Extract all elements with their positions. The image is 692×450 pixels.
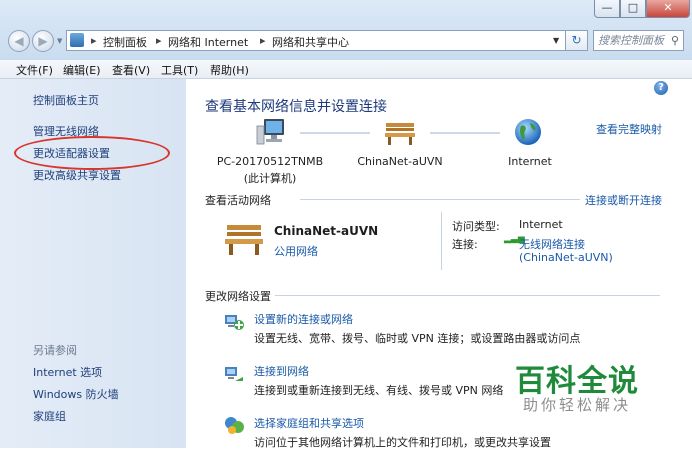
internet-options-link[interactable]: Internet 选项 [33, 364, 102, 380]
node-computer-sub: (此计算机) [243, 172, 297, 185]
setup-new-connection-link[interactable]: 设置新的连接或网络 [254, 311, 353, 327]
bench-icon [224, 222, 264, 256]
address-dropdown-icon[interactable]: ▼ [553, 36, 559, 45]
node-network-name: ChinaNet-aUVN [357, 155, 443, 168]
control-panel-home-link[interactable]: 控制面板主页 [33, 92, 99, 108]
vertical-divider [441, 212, 442, 270]
connection-line [300, 132, 370, 134]
help-icon[interactable]: ? [654, 81, 668, 95]
menu-edit[interactable]: 编辑(E) [63, 62, 101, 78]
back-button[interactable]: ◀ [8, 30, 30, 52]
computer-icon [256, 118, 288, 148]
address-bar[interactable]: ▸ 控制面板 ▸ 网络和 Internet ▸ 网络和共享中心 ▼ [66, 30, 566, 51]
menu-view[interactable]: 查看(V) [112, 62, 150, 78]
homegroup-icon [223, 414, 245, 436]
menu-file[interactable]: 文件(F) [16, 62, 53, 78]
node-computer-name: PC-20170512TNMB [216, 155, 324, 168]
access-type-label: 访问类型: [452, 220, 500, 233]
connect-disconnect-link[interactable]: 连接或断开连接 [585, 192, 662, 208]
refresh-icon: ↻ [571, 33, 582, 47]
control-panel-icon [70, 33, 84, 47]
breadcrumb-separator-icon: ▸ [156, 34, 162, 47]
new-connection-icon [223, 310, 245, 332]
change-settings-heading: 更改网络设置 [205, 290, 271, 303]
see-also-heading: 另请参阅 [33, 344, 77, 357]
page-title: 查看基本网络信息并设置连接 [205, 99, 387, 115]
section-divider [300, 199, 580, 200]
access-type-value: Internet [519, 218, 563, 231]
connections-label: 连接: [452, 238, 478, 251]
active-networks-heading: 查看活动网络 [205, 194, 271, 207]
breadcrumb-separator-icon: ▸ [91, 34, 97, 47]
forward-button[interactable]: ▶ [32, 30, 54, 52]
search-icon: ⚲ [670, 34, 679, 47]
breadcrumb-control-panel[interactable]: 控制面板 [103, 34, 147, 50]
globe-icon[interactable] [514, 118, 542, 146]
search-input[interactable]: 搜索控制面板 ⚲ [593, 30, 684, 51]
breadcrumb-network-internet[interactable]: 网络和 Internet [168, 34, 248, 50]
maximize-button[interactable]: □ [620, 0, 646, 18]
connect-to-network-link[interactable]: 连接到网络 [254, 363, 309, 379]
menu-tools[interactable]: 工具(T) [161, 62, 198, 78]
search-placeholder: 搜索控制面板 [598, 34, 664, 47]
breadcrumb-network-sharing-center[interactable]: 网络和共享中心 [272, 34, 349, 50]
connect-to-network-icon [223, 363, 245, 385]
wireless-connection-ssid-link[interactable]: (ChinaNet-aUVN) [519, 251, 613, 264]
wireless-connection-link[interactable]: 无线网络连接 [519, 236, 585, 252]
bench-icon[interactable] [384, 120, 416, 146]
active-network-name: ChinaNet-aUVN [274, 224, 379, 238]
windows-firewall-link[interactable]: Windows 防火墙 [33, 386, 119, 402]
connect-to-network-desc: 连接到或重新连接到无线、有线、拨号或 VPN 网络 [254, 384, 504, 397]
highlight-ellipse [14, 136, 170, 170]
minimize-button[interactable]: — [594, 0, 620, 18]
section-divider [275, 295, 660, 296]
view-full-map-link[interactable]: 查看完整映射 [596, 121, 662, 137]
homegroup-sharing-link[interactable]: 选择家庭组和共享选项 [254, 415, 364, 431]
homegroup-link[interactable]: 家庭组 [33, 408, 66, 424]
setup-new-connection-desc: 设置无线、宽带、拨号、临时或 VPN 连接；或设置路由器或访问点 [254, 332, 581, 345]
menu-help[interactable]: 帮助(H) [210, 62, 249, 78]
close-button[interactable]: ✕ [646, 0, 690, 18]
menu-bar [0, 60, 692, 79]
node-internet-name: Internet [508, 155, 552, 168]
refresh-button[interactable]: ↻ [566, 30, 588, 51]
connection-line [430, 132, 500, 134]
recent-pages-chevron-icon[interactable]: ▼ [57, 37, 62, 45]
breadcrumb-separator-icon: ▸ [260, 34, 266, 47]
watermark-slogan: 助你轻松解决 [523, 396, 632, 414]
network-type-link[interactable]: 公用网络 [274, 243, 318, 259]
